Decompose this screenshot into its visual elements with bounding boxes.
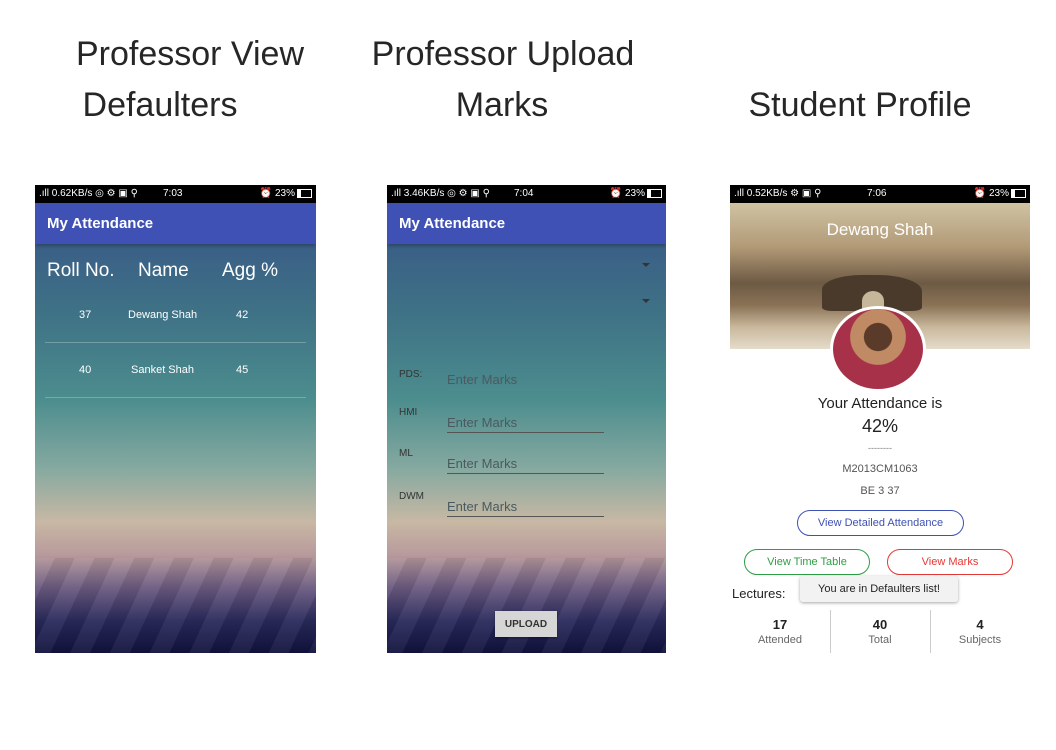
- pds-marks-input[interactable]: [447, 369, 604, 390]
- agg-cell: 42: [236, 309, 249, 321]
- header-agg: Agg %: [222, 260, 278, 281]
- view-detailed-attendance-button[interactable]: View Detailed Attendance: [797, 510, 964, 536]
- enrollment-number: M2013CM1063: [842, 463, 918, 475]
- attendance-label: Your Attendance is: [817, 395, 943, 412]
- alarm-icon: ⏰: [609, 188, 625, 199]
- divider-dashes: --------: [868, 443, 892, 453]
- roll-cell: 40: [79, 364, 92, 376]
- alarm-icon: ⏰: [259, 188, 275, 199]
- header-roll: Roll No.: [47, 260, 115, 281]
- hmi-label: HMI: [399, 407, 418, 418]
- dwm-label: DWM: [399, 491, 424, 502]
- name-cell: Dewang Shah: [128, 309, 198, 321]
- status-battery: ⏰ 23%: [974, 185, 1026, 203]
- class-info: BE 3 37: [860, 485, 900, 497]
- stat-attended: 17 Attended: [757, 617, 803, 646]
- status-indicators: .ıll 0.52KB/s ⚙ ▣ ⚲: [732, 188, 822, 199]
- app-bar: My Attendance: [387, 203, 666, 244]
- status-time: 7:06: [867, 188, 887, 199]
- phone-upload: .ıll 3.46KB/s ◎ ⚙ ▣ ⚲ 7:04 ⏰ 23% My Atte…: [387, 185, 666, 653]
- pds-label: PDS:: [399, 369, 423, 380]
- avatar: [830, 306, 926, 392]
- phone-profile: .ıll 0.52KB/s ⚙ ▣ ⚲ 7:06 ⏰ 23% Dewang Sh…: [730, 185, 1030, 653]
- battery-icon: [297, 188, 312, 198]
- defaulter-toast: You are in Defaulters list!: [800, 576, 958, 602]
- background: [35, 244, 316, 653]
- battery-icon: [647, 188, 662, 198]
- ml-label: ML: [399, 448, 413, 459]
- row-divider: [45, 397, 306, 398]
- app-bar: My Attendance: [35, 203, 316, 244]
- subject-dropdown[interactable]: [387, 249, 666, 277]
- caption-defaulters-line1: Professor View: [75, 35, 305, 73]
- class-dropdown[interactable]: [387, 285, 666, 313]
- alarm-icon: ⏰: [973, 188, 989, 199]
- status-indicators: .ıll 0.62KB/s ◎ ⚙ ▣ ⚲: [37, 188, 138, 199]
- profile-name: Dewang Shah: [826, 220, 934, 239]
- app-title: My Attendance: [47, 215, 154, 232]
- view-marks-button[interactable]: View Marks: [887, 549, 1013, 575]
- caption-defaulters-line2: Defaulters: [82, 86, 238, 124]
- stat-subjects: 4 Subjects: [958, 617, 1002, 646]
- stat-total: 40 Total: [868, 617, 892, 646]
- row-divider: [45, 342, 306, 343]
- caption-profile: Student Profile: [748, 86, 972, 124]
- phone-defaulters: .ıll 0.62KB/s ◎ ⚙ ▣ ⚲ 7:03 ⏰ 23% My Atte…: [35, 185, 316, 653]
- ml-marks-input[interactable]: [447, 453, 604, 474]
- app-title: My Attendance: [399, 215, 506, 232]
- status-bar: .ıll 0.62KB/s ◎ ⚙ ▣ ⚲ 7:03 ⏰ 23%: [35, 185, 316, 203]
- roll-cell: 37: [79, 309, 92, 321]
- agg-cell: 45: [236, 364, 249, 376]
- battery-icon: [1011, 188, 1026, 198]
- hmi-marks-input[interactable]: [447, 412, 604, 433]
- status-battery: ⏰ 23%: [610, 185, 662, 203]
- dwm-marks-input[interactable]: [447, 496, 604, 517]
- view-time-table-button[interactable]: View Time Table: [744, 549, 870, 575]
- status-time: 7:03: [163, 188, 183, 199]
- dropdown-arrow-icon: [642, 299, 650, 303]
- status-time: 7:04: [514, 188, 534, 199]
- status-indicators: .ıll 3.46KB/s ◎ ⚙ ▣ ⚲: [389, 188, 490, 199]
- dropdown-arrow-icon: [642, 263, 650, 267]
- lectures-label: Lectures:: [732, 586, 786, 601]
- status-bar: .ıll 0.52KB/s ⚙ ▣ ⚲ 7:06 ⏰ 23%: [730, 185, 1030, 203]
- header-name: Name: [138, 260, 189, 281]
- upload-button[interactable]: UPLOAD: [495, 611, 557, 637]
- status-bar: .ıll 3.46KB/s ◎ ⚙ ▣ ⚲ 7:04 ⏰ 23%: [387, 185, 666, 203]
- caption-upload-line1: Professor Upload: [371, 35, 635, 73]
- attendance-value: 42%: [861, 416, 899, 436]
- name-cell: Sanket Shah: [131, 364, 194, 376]
- caption-upload-line2: Marks: [455, 86, 549, 124]
- status-battery: ⏰ 23%: [260, 185, 312, 203]
